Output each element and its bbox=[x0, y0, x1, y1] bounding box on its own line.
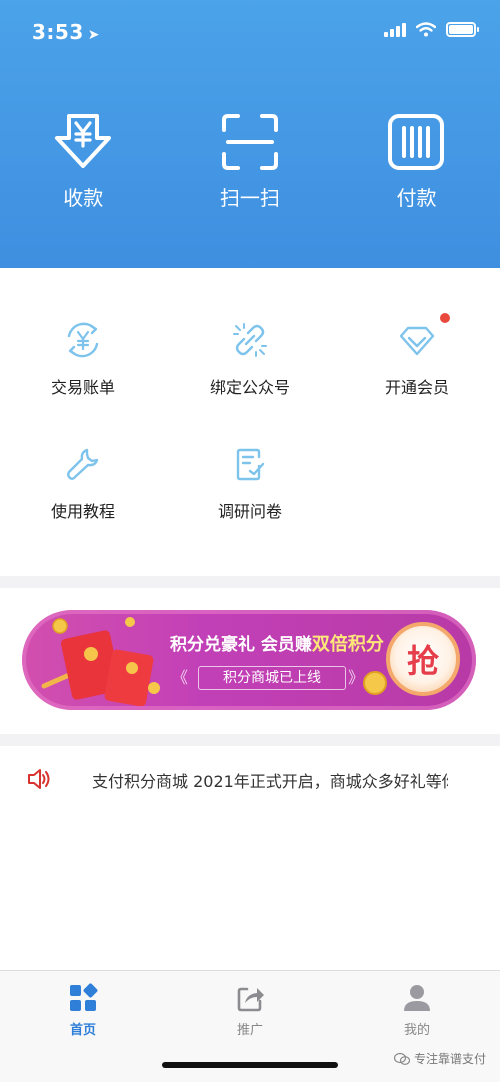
share-icon bbox=[237, 987, 264, 1012]
scan-button[interactable]: 扫一扫 bbox=[167, 110, 334, 211]
tab-promote[interactable]: 推广 bbox=[167, 983, 333, 1038]
service-open-membership[interactable]: 开通会员 bbox=[334, 320, 500, 398]
service-label: 交易账单 bbox=[50, 378, 115, 397]
service-label: 调研问卷 bbox=[217, 502, 282, 521]
speaker-icon bbox=[28, 769, 50, 789]
status-bar: 3:53 ➤ bbox=[0, 0, 500, 60]
tab-home[interactable]: 首页 bbox=[0, 983, 166, 1038]
tab-label: 推广 bbox=[236, 1023, 263, 1038]
tab-mine[interactable]: 我的 bbox=[334, 983, 500, 1038]
home-indicator[interactable] bbox=[162, 1062, 338, 1068]
chevron-left-icon: 《 bbox=[172, 668, 189, 687]
service-tutorial[interactable]: 使用教程 bbox=[0, 444, 166, 522]
yuan-cycle-icon bbox=[67, 322, 99, 358]
signal-icon bbox=[384, 22, 406, 37]
notification-badge bbox=[440, 313, 450, 323]
service-bind-official-account[interactable]: 绑定公众号 bbox=[167, 320, 333, 398]
banner-title-highlight: 双倍积分 bbox=[311, 634, 384, 655]
status-time-text: 3:53 bbox=[32, 20, 84, 44]
battery-icon bbox=[446, 22, 479, 37]
wrench-icon bbox=[67, 448, 99, 480]
red-envelope-illustration bbox=[41, 617, 160, 706]
coin-decoration-icon bbox=[363, 671, 387, 695]
grab-button[interactable]: 抢 bbox=[386, 622, 460, 696]
service-label: 使用教程 bbox=[50, 502, 115, 521]
wechat-icon bbox=[393, 1052, 410, 1065]
tab-label: 我的 bbox=[403, 1023, 430, 1038]
notice-bar[interactable]: 支付积分商城 2021年正式开启，商城众多好礼等你 bbox=[0, 746, 500, 816]
service-label: 绑定公众号 bbox=[209, 378, 290, 397]
points-mall-banner[interactable]: 积分兑豪礼 会员赚双倍积分 《 积分商城已上线 》 抢 bbox=[22, 610, 476, 710]
notice-text: 支付积分商城 2021年正式开启，商城众多好礼等你 bbox=[92, 772, 448, 791]
section-divider bbox=[0, 576, 500, 588]
service-transaction-bill[interactable]: 交易账单 bbox=[0, 320, 166, 398]
receive-money-icon bbox=[55, 114, 112, 168]
location-arrow-icon: ➤ bbox=[87, 27, 100, 43]
status-icons bbox=[384, 22, 479, 37]
questionnaire-icon bbox=[236, 448, 265, 481]
banner-subtitle: 积分商城已上线 bbox=[198, 666, 346, 690]
section-divider bbox=[0, 734, 500, 746]
tab-label: 首页 bbox=[69, 1023, 96, 1038]
banner-title: 积分兑豪礼 会员赚双倍积分 bbox=[170, 630, 384, 656]
scan-label: 扫一扫 bbox=[219, 186, 280, 210]
scan-icon bbox=[221, 114, 278, 170]
banner-title-prefix: 积分兑豪礼 会员赚 bbox=[170, 635, 312, 655]
top-actions: 收款 扫一扫 付款 bbox=[0, 110, 500, 211]
banner-area: 积分兑豪礼 会员赚双倍积分 《 积分商城已上线 》 抢 bbox=[0, 588, 500, 734]
diamond-icon bbox=[399, 326, 435, 356]
watermark: 专注靠谱支付 bbox=[393, 1050, 486, 1067]
pay-label: 付款 bbox=[396, 186, 437, 210]
wifi-icon bbox=[416, 22, 436, 37]
service-label: 开通会员 bbox=[384, 378, 449, 397]
pay-barcode-icon bbox=[388, 114, 445, 170]
services-grid: 交易账单 绑定公众号 开通会员 使用教程 调研问卷 bbox=[0, 268, 500, 576]
header: 3:53 ➤ 收款 扫一扫 付款 bbox=[0, 0, 500, 268]
user-icon bbox=[404, 985, 430, 1011]
link-icon bbox=[233, 323, 267, 357]
receive-label: 收款 bbox=[63, 186, 104, 210]
receive-button[interactable]: 收款 bbox=[0, 110, 167, 211]
watermark-text: 专注靠谱支付 bbox=[413, 1052, 486, 1066]
status-time: 3:53 ➤ bbox=[32, 20, 100, 44]
home-grid-icon bbox=[70, 983, 98, 1011]
pay-button[interactable]: 付款 bbox=[333, 110, 500, 211]
service-questionnaire[interactable]: 调研问卷 bbox=[167, 444, 333, 522]
